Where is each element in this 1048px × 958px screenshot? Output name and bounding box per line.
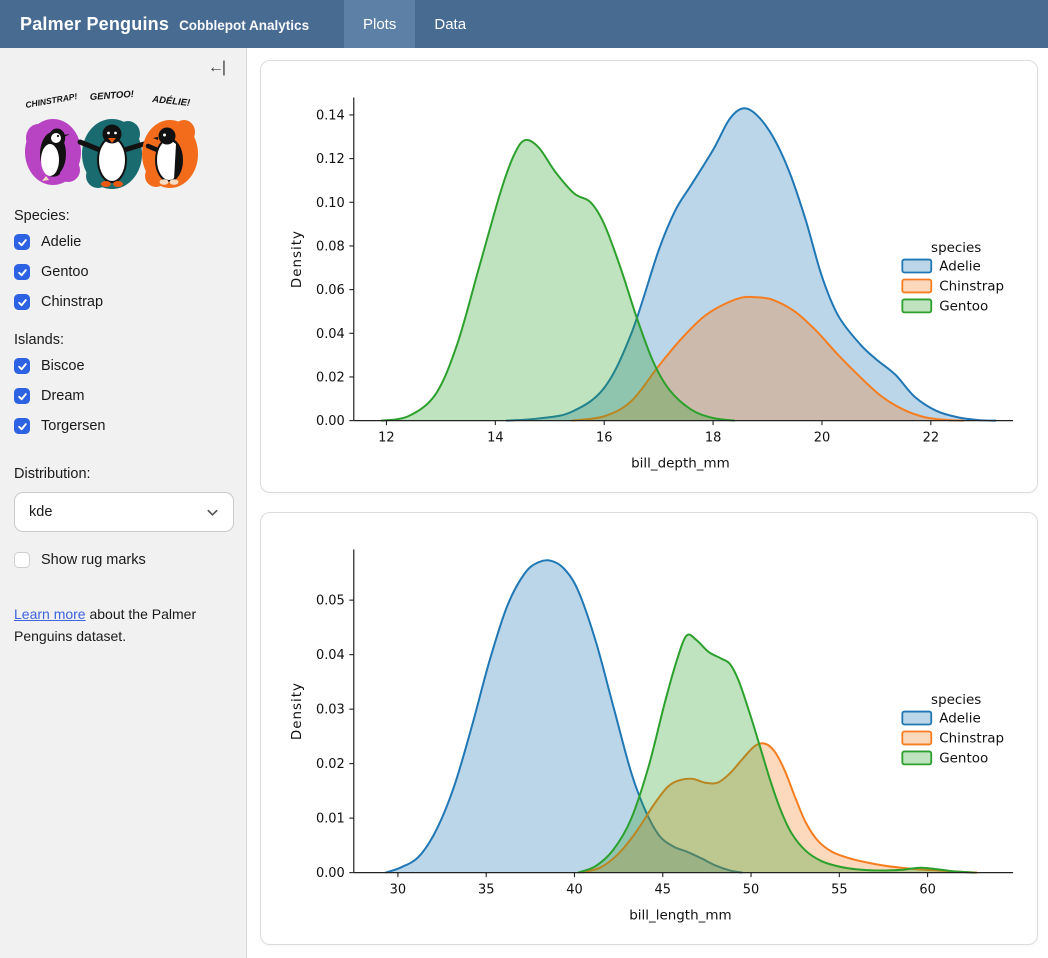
y-axis-tick-label: 0.02: [316, 370, 345, 385]
gentoo-splash: [80, 119, 144, 189]
checkbox-checked-icon: [14, 264, 30, 280]
x-axis-tick-label: 22: [923, 431, 939, 446]
legend-label-adelie: Adelie: [939, 712, 981, 727]
checkbox-label: Dream: [41, 388, 85, 404]
density-plot-bill-depth: 12 14 16 18 20 22 0.00 0.02 0.04 0.06 0.08 0.10 0.12…: [269, 69, 1029, 484]
legend-swatch-gentoo: [902, 299, 931, 312]
sidebar-footer-text: Learn more about the Palmer Penguins dat…: [14, 604, 212, 647]
checkbox-species-chinstrap[interactable]: Chinstrap: [14, 294, 234, 310]
card-bill-length: 30 35 40 45 50 55 60 0.00 0.01 0.02 0.03 0.04 0.05 bi…: [260, 512, 1038, 945]
distribution-select[interactable]: kde: [14, 492, 234, 532]
learn-more-link[interactable]: Learn more: [14, 606, 86, 622]
navbar: Palmer Penguins Cobblepot Analytics Plot…: [0, 0, 1048, 48]
islands-group-label: Islands:: [14, 332, 234, 348]
checkbox-label: Adelie: [41, 234, 81, 250]
main-area: 12 14 16 18 20 22 0.00 0.02 0.04 0.06 0.08 0.10 0.12…: [247, 48, 1048, 958]
x-axis-tick-label: 16: [596, 431, 612, 446]
artwork-label-gentoo: GENTOO!: [89, 89, 134, 103]
checkbox-label: Gentoo: [41, 264, 89, 280]
artwork-label-adelie: ADÉLIE!: [151, 94, 191, 109]
app-subtitle: Cobblepot Analytics: [179, 18, 309, 33]
checkbox-species-adelie[interactable]: Adelie: [14, 234, 234, 250]
y-axis-tick-label: 0.00: [316, 414, 345, 429]
y-axis-tick-label: 0.06: [316, 283, 345, 298]
legend-swatch-chinstrap: [902, 731, 931, 744]
adelie-splash: [142, 120, 198, 188]
checkbox-species-gentoo[interactable]: Gentoo: [14, 264, 234, 280]
checkbox-island-dream[interactable]: Dream: [14, 388, 234, 404]
checkbox-label: Torgersen: [41, 418, 105, 434]
checkbox-checked-icon: [14, 358, 30, 374]
legend-swatch-adelie: [902, 712, 931, 725]
legend-label-chinstrap: Chinstrap: [939, 731, 1004, 746]
legend-swatch-chinstrap: [902, 279, 931, 292]
checkbox-label: Biscoe: [41, 358, 85, 374]
checkbox-checked-icon: [14, 418, 30, 434]
artwork-label-chinstrap: CHINSTRAP!: [25, 91, 79, 110]
x-axis-label: bill_depth_mm: [631, 456, 730, 471]
checkbox-island-biscoe[interactable]: Biscoe: [14, 358, 234, 374]
x-axis-tick-label: 20: [814, 431, 830, 446]
legend-label-gentoo: Gentoo: [939, 299, 988, 314]
distribution-label: Distribution:: [14, 466, 234, 482]
x-axis-tick-label: 60: [919, 883, 935, 898]
x-axis-tick-label: 35: [478, 883, 494, 898]
sidebar: ←|: [0, 48, 247, 958]
x-axis-label: bill_length_mm: [629, 908, 731, 923]
app-title: Palmer Penguins: [20, 14, 169, 35]
legend-label-adelie: Adelie: [939, 260, 981, 275]
nav-tabs: Plots Data: [344, 0, 485, 48]
x-axis-tick-label: 40: [566, 883, 582, 898]
legend-title: species: [931, 241, 981, 256]
x-axis-tick-label: 50: [743, 883, 759, 898]
y-axis-tick-label: 0.05: [316, 594, 345, 609]
checkbox-island-torgersen[interactable]: Torgersen: [14, 418, 234, 434]
y-axis-tick-label: 0.04: [316, 648, 345, 663]
y-axis-label: Density: [290, 230, 305, 288]
x-axis-tick-label: 45: [655, 883, 671, 898]
x-axis-tick-label: 55: [831, 883, 847, 898]
legend-swatch-gentoo: [902, 751, 931, 764]
card-bill-depth: 12 14 16 18 20 22 0.00 0.02 0.04 0.06 0.08 0.10 0.12…: [260, 60, 1038, 493]
y-axis-tick-label: 0.01: [316, 812, 345, 827]
tab-plots[interactable]: Plots: [344, 0, 415, 48]
legend-title: species: [931, 693, 981, 708]
checkbox-show-rug-marks[interactable]: Show rug marks: [14, 552, 234, 568]
x-axis-tick-label: 18: [705, 431, 721, 446]
checkbox-unchecked-icon: [14, 552, 30, 568]
tab-data[interactable]: Data: [415, 0, 485, 48]
species-group-label: Species:: [14, 208, 234, 224]
x-axis-tick-label: 14: [487, 431, 503, 446]
legend-label-gentoo: Gentoo: [939, 751, 988, 766]
checkbox-checked-icon: [14, 388, 30, 404]
chevron-down-icon: [205, 505, 220, 520]
y-axis-tick-label: 0.03: [316, 703, 345, 718]
x-axis-tick-label: 12: [378, 431, 394, 446]
density-plot-bill-length: 30 35 40 45 50 55 60 0.00 0.01 0.02 0.03 0.04 0.05 bi…: [269, 521, 1029, 936]
y-axis-tick-label: 0.08: [316, 239, 345, 254]
checkbox-checked-icon: [14, 234, 30, 250]
y-axis-label: Density: [290, 682, 305, 740]
y-axis-tick-label: 0.00: [316, 866, 345, 881]
checkbox-label: Chinstrap: [41, 294, 103, 310]
x-axis-tick-label: 30: [390, 883, 406, 898]
y-axis-tick-label: 0.10: [316, 196, 345, 211]
content: ←|: [0, 48, 1048, 958]
app-brand: Palmer Penguins Cobblepot Analytics: [0, 14, 344, 35]
y-axis-tick-label: 0.04: [316, 327, 345, 342]
legend-swatch-adelie: [902, 260, 931, 273]
checkbox-checked-icon: [14, 294, 30, 310]
distribution-selected-value: kde: [29, 504, 52, 520]
y-axis-tick-label: 0.02: [316, 757, 345, 772]
sidebar-collapse-icon[interactable]: ←|: [208, 60, 224, 76]
y-axis-tick-label: 0.12: [316, 152, 345, 167]
chinstrap-splash: [25, 119, 81, 185]
penguin-artwork-image: CHINSTRAP! GENTOO! ADÉLIE!: [16, 88, 208, 194]
legend-label-chinstrap: Chinstrap: [939, 279, 1004, 294]
checkbox-label: Show rug marks: [41, 552, 146, 568]
y-axis-tick-label: 0.14: [316, 108, 345, 123]
